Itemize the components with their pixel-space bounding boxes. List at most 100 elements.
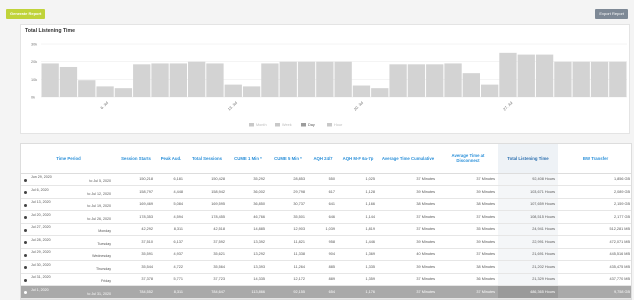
chart-bar[interactable] bbox=[481, 84, 499, 97]
column-header[interactable]: CUME 1 Min * bbox=[228, 144, 268, 174]
column-header[interactable]: Peak Aud. bbox=[156, 144, 186, 174]
table-cell: 21,691 Hours bbox=[498, 248, 558, 261]
chart-bar[interactable] bbox=[151, 63, 169, 97]
column-header[interactable]: AQH 24/7 bbox=[308, 144, 338, 174]
legend-item-month[interactable]: Month bbox=[256, 123, 267, 127]
table-cell: 1,856 GB bbox=[558, 173, 631, 186]
legend-swatch-hour[interactable] bbox=[327, 123, 332, 127]
chart-bar[interactable] bbox=[352, 85, 371, 97]
expand-dot-icon[interactable] bbox=[24, 253, 27, 257]
legend-item-week[interactable]: Week bbox=[282, 123, 292, 127]
chart-bar[interactable] bbox=[389, 64, 407, 97]
table-cell: 1,025 bbox=[338, 173, 378, 186]
column-header[interactable]: Total Sessions bbox=[186, 144, 228, 174]
chart-bar[interactable] bbox=[114, 88, 133, 97]
expand-dot-icon[interactable] bbox=[24, 228, 27, 232]
table-cell: 4,594 bbox=[156, 210, 186, 224]
table-cell: 445,516 MB bbox=[558, 248, 631, 261]
column-header[interactable]: Average Time at Disconnect bbox=[438, 144, 498, 174]
chart-bar[interactable] bbox=[279, 61, 297, 97]
legend-item-hour[interactable]: Hour bbox=[334, 123, 343, 127]
time-period-cell: Jul 31, 2020 Friday bbox=[21, 273, 116, 286]
chart-bar[interactable] bbox=[96, 86, 114, 97]
chart-bar[interactable] bbox=[41, 63, 59, 97]
table-cell: 12,903 bbox=[268, 223, 308, 236]
chart-bar[interactable] bbox=[206, 63, 224, 97]
chart-bar[interactable] bbox=[462, 73, 480, 97]
table-cell: 103,671 Hours bbox=[498, 185, 558, 199]
column-header[interactable]: BW Transfer bbox=[558, 144, 631, 174]
table-cell: 14,335 bbox=[228, 273, 268, 286]
legend-swatch-day[interactable] bbox=[301, 123, 306, 127]
table-row[interactable]: Jul 28, 2020 Tuesday 37,510 6,137 37,592 13,3… bbox=[21, 235, 631, 249]
table-row[interactable]: Jul 20, 2020 to Jul 26, 2020 178,353 4,594 1… bbox=[21, 210, 631, 224]
chart-bar[interactable] bbox=[371, 88, 389, 97]
column-header[interactable]: Time Period bbox=[21, 144, 116, 174]
chart-bar[interactable] bbox=[334, 61, 352, 97]
table-row[interactable]: Jul 6, 2020 to Jul 12, 2020 158,797 4,448 15… bbox=[21, 185, 631, 199]
chart-bar[interactable] bbox=[316, 61, 334, 97]
legend-item-day[interactable]: Day bbox=[308, 123, 315, 127]
table-cell: 1,335 bbox=[338, 260, 378, 274]
expand-dot-icon[interactable] bbox=[24, 291, 27, 294]
period-end: to Jul 12, 2020 bbox=[87, 191, 111, 196]
chart-bar[interactable] bbox=[554, 61, 572, 97]
expand-dot-icon[interactable] bbox=[24, 266, 27, 269]
generate-report-button[interactable]: Generate Report bbox=[6, 9, 46, 19]
chart-bar[interactable] bbox=[609, 61, 627, 97]
column-header[interactable]: Session Starts bbox=[116, 144, 156, 174]
table-cell: 1,176 bbox=[338, 285, 378, 299]
table-cell: 4,722 bbox=[156, 260, 186, 274]
chart-bar[interactable] bbox=[426, 64, 444, 97]
chart-bar[interactable] bbox=[78, 80, 96, 97]
legend-swatch-month[interactable] bbox=[249, 123, 254, 127]
legend-swatch-week[interactable] bbox=[275, 123, 280, 127]
table-cell: 37 Minutes bbox=[378, 285, 438, 299]
table-row[interactable]: Jul 27, 2020 Monday 42,292 8,311 42,518 14,88… bbox=[21, 223, 631, 236]
table-cell: 178,353 bbox=[116, 210, 156, 224]
expand-dot-icon[interactable] bbox=[24, 203, 27, 207]
table-cell: 6,137 bbox=[156, 235, 186, 249]
table-row[interactable]: Jul 13, 2020 to Jul 19, 2020 169,469 5,084 1… bbox=[21, 198, 631, 211]
table-row[interactable]: Jul 31, 2020 Friday 37,378 5,771 37,723 14,33… bbox=[21, 273, 631, 286]
chart-bar[interactable] bbox=[572, 61, 590, 97]
chart-bar[interactable] bbox=[444, 63, 462, 97]
chart-bar[interactable] bbox=[297, 61, 316, 97]
chart-bar[interactable] bbox=[590, 61, 609, 97]
chart-bar[interactable] bbox=[133, 64, 151, 97]
table-cell: 37,592 bbox=[186, 235, 228, 249]
table-cell: 37 Minutes bbox=[438, 285, 498, 299]
export-report-button[interactable]: Export Report bbox=[595, 9, 628, 19]
chart-bar[interactable] bbox=[517, 54, 535, 97]
chart-bar[interactable] bbox=[224, 84, 242, 97]
toolbar: Generate Report Export Report bbox=[0, 0, 634, 22]
table-cell: 39 Minutes bbox=[438, 235, 498, 249]
table-cell: 92,155 bbox=[268, 285, 308, 299]
expand-dot-icon[interactable] bbox=[24, 191, 27, 194]
expand-dot-icon[interactable] bbox=[24, 178, 27, 182]
column-header[interactable]: AQH M-F 6a-7p bbox=[338, 144, 378, 174]
table-cell: 1,446 bbox=[338, 235, 378, 249]
table-cell: 35,564 bbox=[186, 260, 228, 274]
expand-dot-icon[interactable] bbox=[24, 241, 27, 244]
chart-bar[interactable] bbox=[59, 66, 78, 97]
table-row[interactable]: Jul 30, 2020 Thursday 35,544 4,722 35,564 13,… bbox=[21, 260, 631, 274]
table-row[interactable]: Jun 29, 2020 to Jul 5, 2020 150,218 6,181 15… bbox=[21, 173, 631, 186]
column-header[interactable]: Average Time Cumulative bbox=[378, 144, 438, 174]
chart-bar[interactable] bbox=[499, 52, 517, 97]
x-tick-label: 20. Jul bbox=[353, 101, 364, 112]
column-header[interactable]: Total Listening Time bbox=[498, 144, 558, 174]
chart-bar[interactable] bbox=[242, 86, 261, 97]
table-cell: 1,128 bbox=[338, 185, 378, 199]
expand-dot-icon[interactable] bbox=[24, 278, 27, 282]
column-header[interactable]: CUME 5 Min * bbox=[268, 144, 308, 174]
chart-bar[interactable] bbox=[407, 64, 426, 97]
chart-bar[interactable] bbox=[261, 63, 279, 97]
expand-dot-icon[interactable] bbox=[24, 216, 27, 219]
table-row[interactable]: Jul 29, 2020 Wednesday 35,591 4,937 35,621 13… bbox=[21, 248, 631, 261]
table-cell: 30,737 bbox=[268, 198, 308, 211]
chart-bar[interactable] bbox=[169, 63, 187, 97]
chart-bar[interactable] bbox=[188, 61, 206, 97]
chart-bar[interactable] bbox=[535, 54, 554, 97]
table-row[interactable]: Jul 1, 2020to Jul 31, 2020784,5528,31178… bbox=[21, 285, 631, 299]
